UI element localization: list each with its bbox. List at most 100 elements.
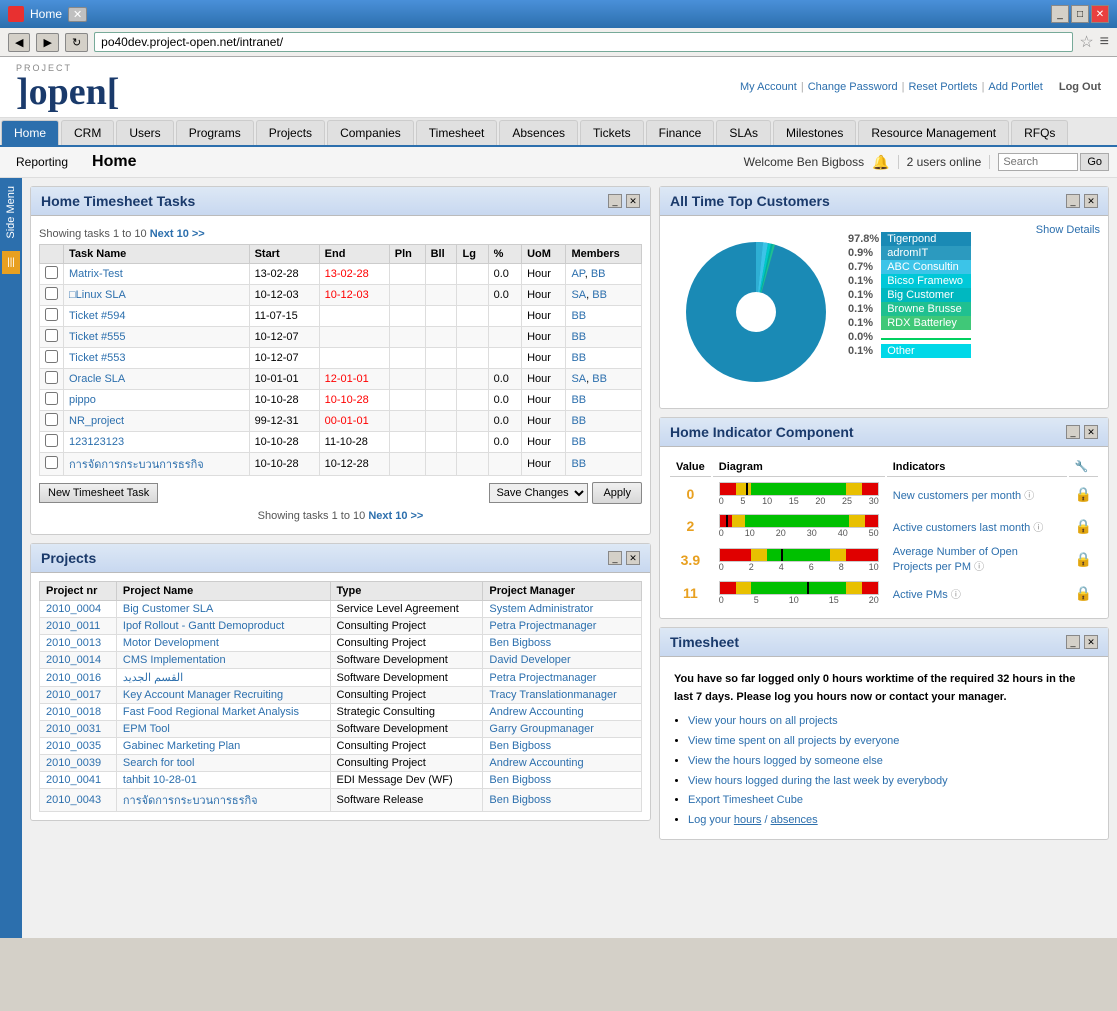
minimize-btn[interactable]: _ xyxy=(1051,5,1069,23)
task-link[interactable]: Matrix-Test xyxy=(69,268,123,280)
search-input[interactable] xyxy=(998,153,1078,171)
portlet-close-btn[interactable]: ✕ xyxy=(626,194,640,208)
search-button[interactable]: Go xyxy=(1080,153,1109,171)
nav-item-users[interactable]: Users xyxy=(116,120,173,145)
lock-icon[interactable]: 🔒 xyxy=(1075,486,1092,502)
indicator-diagram: 01020304050 xyxy=(713,511,885,541)
nav-item-projects[interactable]: Projects xyxy=(256,120,325,145)
paging-top: Showing tasks 1 to 10 Next 10 >> xyxy=(39,228,642,240)
nav-item-crm[interactable]: CRM xyxy=(61,120,114,145)
view-hours-someone-else-link[interactable]: View the hours logged by someone else xyxy=(688,755,883,767)
lock-icon[interactable]: 🔒 xyxy=(1075,585,1092,601)
address-bar[interactable] xyxy=(94,32,1073,52)
ind-minimize-btn[interactable]: _ xyxy=(1066,425,1080,439)
task-start: 13-02-28 xyxy=(249,264,319,285)
reload-btn[interactable]: ↻ xyxy=(65,33,88,52)
nav-item-absences[interactable]: Absences xyxy=(499,120,578,145)
task-link[interactable]: Ticket #553 xyxy=(69,352,125,364)
tc-minimize-btn[interactable]: _ xyxy=(1066,194,1080,208)
back-btn[interactable]: ◀ xyxy=(8,33,30,52)
maximize-btn[interactable]: □ xyxy=(1071,5,1089,23)
reset-portlets-link[interactable]: Reset Portlets xyxy=(908,81,977,93)
projects-controls: _ ✕ xyxy=(608,551,640,565)
ts-minimize-btn[interactable]: _ xyxy=(1066,635,1080,649)
nav-item-milestones[interactable]: Milestones xyxy=(773,120,856,145)
row-checkbox[interactable] xyxy=(45,287,58,300)
col-task-name: Task Name xyxy=(64,245,250,264)
nav-item-slas[interactable]: SLAs xyxy=(716,120,771,145)
logo: ]open[ xyxy=(16,73,119,111)
indicator-row: 2 xyxy=(670,511,1098,541)
forward-btn[interactable]: ▶ xyxy=(36,33,58,52)
view-hours-all-projects-link[interactable]: View your hours on all projects xyxy=(688,715,838,727)
task-link[interactable]: การจัดการกระบวนการธรกิจ xyxy=(69,459,204,471)
ind-close-btn[interactable]: ✕ xyxy=(1084,425,1098,439)
table-row: 2010_0004 Big Customer SLA Service Level… xyxy=(40,601,642,618)
row-checkbox[interactable] xyxy=(45,434,58,447)
indicator-diagram: 05101520 xyxy=(713,578,885,608)
row-checkbox[interactable] xyxy=(45,350,58,363)
nav-item-rfqs[interactable]: RFQs xyxy=(1011,120,1068,145)
menu-icon[interactable]: ≡ xyxy=(1100,33,1109,51)
nav-item-tickets[interactable]: Tickets xyxy=(580,120,644,145)
favorites-icon[interactable]: ☆ xyxy=(1079,32,1093,52)
col-lg: Lg xyxy=(457,245,488,264)
sidebar-tab[interactable]: ||| xyxy=(2,251,20,274)
ts-close-btn[interactable]: ✕ xyxy=(1084,635,1098,649)
lock-icon[interactable]: 🔒 xyxy=(1075,518,1092,534)
apply-btn[interactable]: Apply xyxy=(592,482,642,504)
nav-bar: Home CRM Users Programs Projects Compani… xyxy=(0,118,1117,147)
export-timesheet-cube-link[interactable]: Export Timesheet Cube xyxy=(688,794,803,806)
tc-close-btn[interactable]: ✕ xyxy=(1084,194,1098,208)
logout-btn[interactable]: Log Out xyxy=(1059,81,1101,93)
row-checkbox[interactable] xyxy=(45,308,58,321)
my-account-link[interactable]: My Account xyxy=(740,81,797,93)
task-link[interactable]: □Linux SLA xyxy=(69,289,126,301)
change-password-link[interactable]: Change Password xyxy=(808,81,898,93)
show-details-link[interactable]: Show Details xyxy=(1036,224,1100,236)
tab-close[interactable]: ✕ xyxy=(68,7,87,22)
nav-item-resource-mgmt[interactable]: Resource Management xyxy=(858,120,1009,145)
wrench-icon[interactable]: 🔧 xyxy=(1075,461,1089,473)
app-icon xyxy=(8,6,24,22)
row-checkbox[interactable] xyxy=(45,329,58,342)
reporting-link[interactable]: Reporting xyxy=(8,151,76,173)
window-controls: _ □ ✕ xyxy=(1051,5,1109,23)
next-10-link-top[interactable]: Next 10 >> xyxy=(150,228,205,240)
portlet-minimize-btn[interactable]: _ xyxy=(608,194,622,208)
projects-minimize-btn[interactable]: _ xyxy=(608,551,622,565)
nav-item-companies[interactable]: Companies xyxy=(327,120,414,145)
log-hours-absences-link[interactable]: Log your hours / absences xyxy=(688,814,818,826)
window-chrome: Home ✕ _ □ ✕ ◀ ▶ ↻ ☆ ≡ xyxy=(0,0,1117,57)
row-checkbox[interactable] xyxy=(45,413,58,426)
window-title: Home xyxy=(30,7,62,21)
row-checkbox[interactable] xyxy=(45,371,58,384)
view-time-all-projects-link[interactable]: View time spent on all projects by every… xyxy=(688,735,899,747)
task-link[interactable]: NR_project xyxy=(69,415,124,427)
projects-close-btn[interactable]: ✕ xyxy=(626,551,640,565)
sidebar-label[interactable]: Side Menu xyxy=(5,178,17,247)
next-10-link-bottom[interactable]: Next 10 >> xyxy=(368,510,423,522)
row-checkbox[interactable] xyxy=(45,456,58,469)
nav-item-timesheet[interactable]: Timesheet xyxy=(416,120,498,145)
indicator-table: Value Diagram Indicators 🔧 0 xyxy=(668,455,1100,610)
row-checkbox[interactable] xyxy=(45,392,58,405)
table-row: 2010_0016 القسم الجديد Software Developm… xyxy=(40,669,642,687)
add-portlet-link[interactable]: Add Portlet xyxy=(988,81,1042,93)
lock-icon[interactable]: 🔒 xyxy=(1075,551,1092,567)
bell-icon[interactable]: 🔔 xyxy=(872,154,889,171)
task-link[interactable]: Ticket #594 xyxy=(69,310,125,322)
new-timesheet-task-btn[interactable]: New Timesheet Task xyxy=(39,483,158,503)
row-checkbox[interactable] xyxy=(45,266,58,279)
view-hours-last-week-link[interactable]: View hours logged during the last week b… xyxy=(688,775,948,787)
nav-item-finance[interactable]: Finance xyxy=(646,120,715,145)
task-link[interactable]: pippo xyxy=(69,394,96,406)
task-end: 13-02-28 xyxy=(319,264,389,285)
nav-item-home[interactable]: Home xyxy=(1,120,59,145)
task-link[interactable]: Oracle SLA xyxy=(69,373,125,385)
save-changes-select[interactable]: Save Changes xyxy=(489,483,588,503)
close-btn[interactable]: ✕ xyxy=(1091,5,1109,23)
task-link[interactable]: 123123123 xyxy=(69,436,124,448)
task-link[interactable]: Ticket #555 xyxy=(69,331,125,343)
nav-item-programs[interactable]: Programs xyxy=(176,120,254,145)
